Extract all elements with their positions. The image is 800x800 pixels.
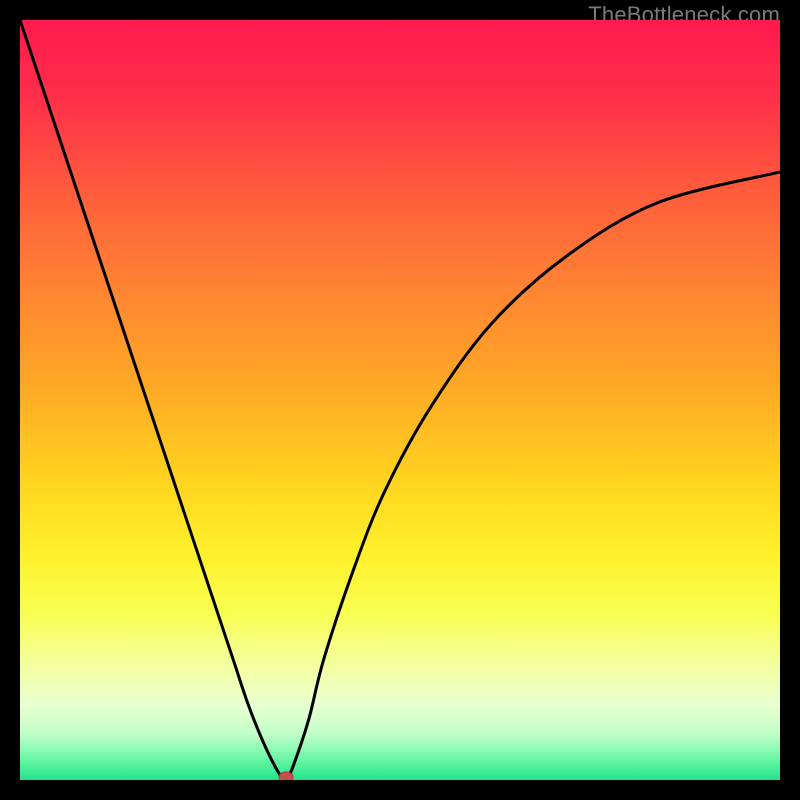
bottleneck-chart [20, 20, 780, 780]
optimal-point-marker [279, 772, 293, 780]
chart-frame [20, 20, 780, 780]
plot-background [20, 20, 780, 780]
